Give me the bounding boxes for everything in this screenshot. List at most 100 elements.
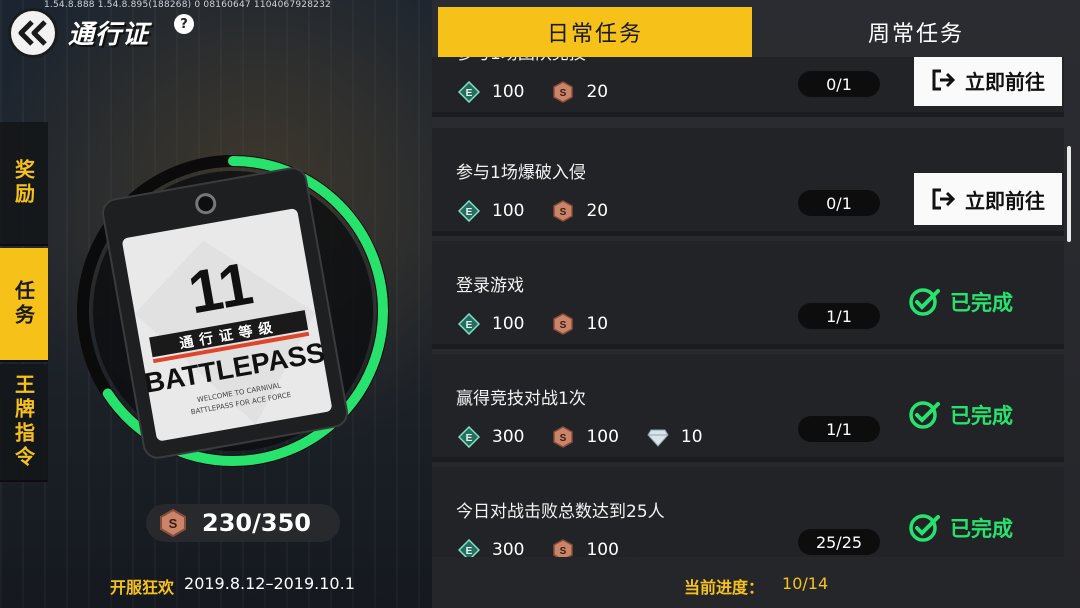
svg-text:S: S	[560, 207, 567, 218]
svg-text:E: E	[466, 88, 473, 99]
reward-item: E 100	[457, 80, 525, 104]
tab-rewards[interactable]: 奖励	[0, 122, 48, 246]
exp-icon: E	[457, 80, 481, 104]
double-chevron-left-icon	[18, 20, 47, 46]
task-row: 登录游戏 E 100 S 10 1/1 已完成	[432, 241, 1064, 349]
page-title: 通行证	[68, 20, 150, 50]
enter-icon	[932, 69, 956, 91]
svg-text:S: S	[560, 546, 567, 557]
svg-text:E: E	[466, 546, 473, 557]
task-name: 今日对战击败总数达到25人	[456, 502, 665, 522]
check-circle-icon	[909, 514, 940, 542]
task-list[interactable]: 参与1场团队竞技E100S200/1立即前往参与1场爆破入侵E100S200/1…	[432, 57, 1072, 557]
coin-icon: S	[552, 426, 574, 448]
task-name: 参与1场团队竞技	[456, 57, 586, 64]
task-rewards: E 300 S 100 10	[457, 425, 731, 449]
task-row: 参与1场团队竞技 E 100 S 20 0/1 立即前往	[432, 57, 1064, 117]
svg-text:E: E	[466, 207, 473, 218]
reward-item: S 10	[552, 313, 608, 335]
svg-text:E: E	[466, 320, 473, 331]
task-name: 赢得竞技对战1次	[456, 389, 586, 409]
event-dates: 2019.8.12–2019.10.1	[184, 574, 355, 593]
task-row: 今日对战击败总数达到25人 E 300 S 100 25/25 已完成	[432, 467, 1064, 557]
tab-weekly-tasks[interactable]: 周常任务	[770, 7, 1062, 57]
svg-text:S: S	[560, 88, 567, 99]
reward-item: S 20	[552, 200, 608, 222]
task-row: 参与1场爆破入侵 E 100 S 20 0/1 立即前往	[432, 128, 1064, 236]
reward-value: 10	[680, 427, 703, 447]
svg-text:S: S	[560, 320, 567, 331]
overall-progress-value: 10/14	[782, 574, 829, 593]
completed-status: 已完成	[908, 513, 1013, 543]
reward-value: 20	[586, 82, 609, 102]
go-now-button[interactable]: 立即前往	[914, 173, 1062, 225]
coin-icon: S	[552, 200, 574, 222]
task-rewards: E 100 S 10	[457, 312, 636, 336]
go-now-button[interactable]: 立即前往	[914, 57, 1062, 106]
reward-value: 100	[492, 82, 525, 102]
help-icon[interactable]: ?	[174, 14, 194, 34]
task-progress: 1/1	[798, 416, 880, 442]
reward-item: 10	[647, 426, 703, 448]
completed-label: 已完成	[950, 517, 1013, 541]
task-rewards: E 100 S 20	[457, 80, 636, 104]
completed-label: 已完成	[950, 404, 1013, 428]
completed-status: 已完成	[908, 400, 1013, 430]
exp-icon: E	[457, 312, 481, 336]
reward-item: E 100	[457, 199, 525, 223]
battlepass-card: 11 通行证等级 BATTLEPASS WELCOME TO CARNIVAL …	[102, 167, 348, 459]
exp-icon: E	[457, 199, 481, 223]
reward-value: 300	[492, 427, 525, 447]
reward-value: 100	[586, 540, 619, 557]
coin-icon: S	[160, 508, 186, 538]
reward-item: E 300	[457, 425, 525, 449]
svg-text:S: S	[169, 516, 178, 531]
task-progress: 1/1	[798, 303, 880, 329]
reward-item: S 100	[552, 539, 619, 557]
check-circle-icon	[909, 401, 940, 429]
exp-icon: E	[457, 425, 481, 449]
pass-points-value: 230/350	[202, 509, 311, 537]
diamond-icon	[647, 426, 669, 448]
task-progress: 0/1	[798, 190, 880, 216]
reward-item: E 300	[457, 538, 525, 557]
exp-icon: E	[457, 538, 481, 557]
completed-label: 已完成	[950, 291, 1013, 315]
side-tab-bar: 奖励 任务 王牌指令	[0, 122, 48, 482]
tab-tasks[interactable]: 任务	[0, 248, 48, 362]
reward-value: 100	[492, 314, 525, 334]
task-name: 登录游戏	[456, 276, 524, 296]
tab-daily-tasks[interactable]: 日常任务	[438, 7, 752, 57]
task-progress: 0/1	[798, 71, 880, 97]
reward-value: 10	[586, 314, 609, 334]
reward-item: S 100	[552, 426, 619, 448]
event-info: 开服狂欢 2019.8.12–2019.10.1	[110, 574, 355, 598]
coin-icon: S	[552, 313, 574, 335]
event-label: 开服狂欢	[110, 578, 175, 597]
reward-value: 100	[492, 201, 525, 221]
tab-ace-command[interactable]: 王牌指令	[0, 364, 48, 482]
version-text: 1.54.8.888 1.54.8.895(188268) 0 08160647…	[44, 0, 331, 10]
svg-text:S: S	[560, 433, 567, 444]
completed-status: 已完成	[908, 287, 1013, 317]
task-name: 参与1场爆破入侵	[456, 163, 586, 183]
svg-text:E: E	[466, 433, 473, 444]
coin-icon: S	[552, 81, 574, 103]
reward-item: E 100	[457, 312, 525, 336]
task-list-scrollbar[interactable]	[1067, 146, 1071, 242]
overall-progress-label: 当前进度：	[684, 578, 765, 597]
go-now-label: 立即前往	[965, 188, 1045, 213]
task-rewards: E 300 S 100	[457, 538, 647, 557]
overall-progress: 当前进度： 10/14	[684, 574, 828, 598]
check-circle-icon	[909, 288, 940, 316]
reward-value: 100	[586, 427, 619, 447]
back-button[interactable]	[8, 8, 58, 58]
pass-points: S 230/350	[146, 504, 340, 542]
enter-icon	[932, 188, 956, 210]
coin-icon: S	[552, 539, 574, 557]
reward-item: S 20	[552, 81, 608, 103]
task-progress: 25/25	[798, 529, 880, 555]
reward-value: 300	[492, 540, 525, 557]
pass-level-number: 11	[184, 249, 258, 326]
reward-value: 20	[586, 201, 609, 221]
